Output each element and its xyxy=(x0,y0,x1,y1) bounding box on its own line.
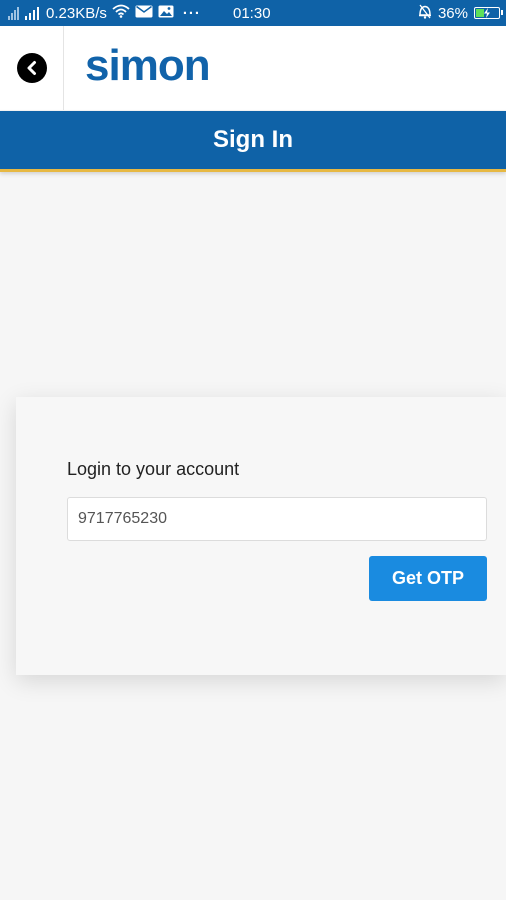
title-bar: Sign In xyxy=(0,111,506,172)
battery-percent: 36% xyxy=(437,4,468,22)
mail-icon xyxy=(135,5,153,22)
phone-number-input[interactable] xyxy=(67,497,487,541)
network-speed: 0.23KB/s xyxy=(46,4,107,22)
back-button-container xyxy=(0,26,64,110)
status-bar: 0.23KB/s ··· 01:30 36% xyxy=(0,0,506,26)
simon-logo: simon xyxy=(85,41,211,90)
page-title: Sign In xyxy=(213,126,293,153)
get-otp-button[interactable]: Get OTP xyxy=(369,556,487,601)
signal-icon xyxy=(8,6,41,20)
status-time: 01:30 xyxy=(233,4,271,22)
alarm-icon xyxy=(418,4,432,23)
back-arrow-icon xyxy=(27,61,36,75)
app-header: simon xyxy=(0,26,506,110)
login-card: Login to your account Get OTP xyxy=(16,397,506,675)
wifi-icon xyxy=(112,4,130,22)
battery-icon xyxy=(474,7,503,19)
overflow-dots: ··· xyxy=(182,4,201,22)
login-label: Login to your account xyxy=(67,459,240,479)
back-button[interactable] xyxy=(16,53,47,83)
image-icon xyxy=(158,5,174,22)
